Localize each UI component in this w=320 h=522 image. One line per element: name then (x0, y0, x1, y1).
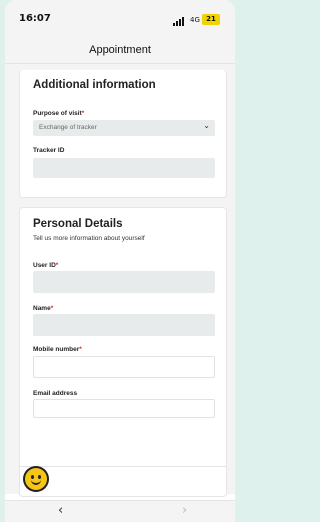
tracker-id-label: Tracker ID (33, 147, 65, 154)
status-time: 16:07 (19, 13, 51, 24)
user-id-input[interactable] (33, 271, 215, 293)
purpose-of-visit-value: Exchange of tracker (39, 124, 97, 131)
required-asterisk: * (55, 262, 59, 269)
required-asterisk: * (81, 110, 85, 117)
status-bar: 16:07 4G 21 (5, 0, 235, 36)
email-address-input[interactable] (33, 399, 215, 418)
app-header: Appointment (5, 36, 235, 64)
page-title: Appointment (89, 44, 151, 56)
tracker-id-input[interactable] (33, 158, 215, 178)
purpose-of-visit-label: Purpose of visit* (33, 110, 85, 117)
purpose-of-visit-select[interactable]: Exchange of tracker ⌄ (33, 120, 215, 136)
mobile-number-input[interactable] (33, 356, 215, 378)
name-label: Name* (33, 305, 54, 312)
form-content[interactable]: Additional information Purpose of visit*… (5, 64, 235, 497)
personal-details-card: Personal Details Tell us more informatio… (19, 207, 227, 497)
required-asterisk: * (79, 346, 82, 353)
personal-details-subtitle: Tell us more information about yourself (33, 235, 145, 242)
chevron-left-icon[interactable]: ‹ (58, 503, 63, 518)
network-type: 4G (190, 16, 200, 24)
smiley-face-icon[interactable] (23, 466, 49, 492)
app-screen: 16:07 4G 21 Appointment Additional infor… (5, 0, 235, 522)
name-input[interactable] (33, 314, 215, 336)
battery-icon: 21 (202, 14, 220, 25)
chevron-down-icon: ⌄ (203, 121, 210, 130)
bottom-navigation: ‹ › (5, 500, 235, 522)
additional-information-title: Additional information (33, 79, 156, 91)
user-id-label: User ID* (33, 262, 59, 269)
chevron-right-icon[interactable]: › (182, 503, 187, 518)
mobile-number-label: Mobile number* (33, 346, 82, 353)
divider (19, 466, 227, 467)
signal-bars-icon (173, 17, 187, 26)
additional-information-card: Additional information Purpose of visit*… (19, 70, 227, 198)
email-address-label: Email address (33, 390, 78, 397)
personal-details-title: Personal Details (33, 218, 123, 230)
required-asterisk: * (50, 305, 54, 312)
